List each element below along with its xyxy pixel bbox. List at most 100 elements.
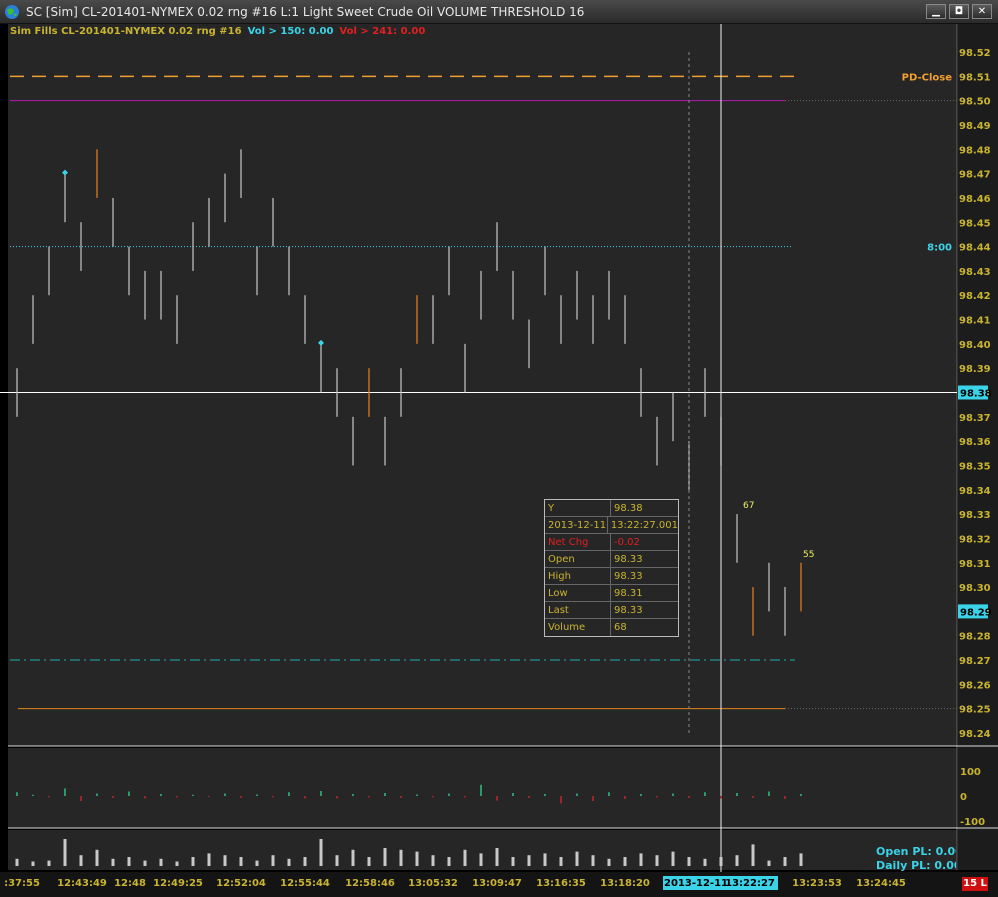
volume-bar xyxy=(703,858,707,866)
volume-bar xyxy=(783,857,787,866)
db-high-value: 98.33 xyxy=(614,571,643,582)
y-tick-label: 98.42 xyxy=(959,291,991,302)
x-tick-label: :37:55 xyxy=(4,878,40,889)
volume-bar xyxy=(479,853,483,866)
volume-bar xyxy=(623,857,627,866)
volume-bar xyxy=(335,855,339,866)
volume-bar xyxy=(511,857,515,866)
volume-bar xyxy=(463,849,467,866)
volume-bar xyxy=(671,851,675,866)
delta-tick-label: 0 xyxy=(960,792,967,803)
y-tick-label: 98.41 xyxy=(959,316,991,327)
pd-close-label: PD-Close xyxy=(902,72,953,83)
volume-bar xyxy=(495,848,499,866)
db-y-value: 98.38 xyxy=(614,503,643,514)
study-info-strip: Sim Fills CL-201401-NYMEX 0.02 rng #16 V… xyxy=(10,26,425,37)
x-tick-label: 13:24:45 xyxy=(856,878,906,889)
x-tick-label: 13:16:35 xyxy=(536,878,586,889)
current-price-label: 98.38 xyxy=(960,389,992,400)
y-tick-label: 98.26 xyxy=(959,680,991,691)
volume-bar xyxy=(527,855,531,866)
volume-bar xyxy=(351,849,355,866)
db-open-value: 98.33 xyxy=(614,554,643,565)
db-netchg-value: -0.02 xyxy=(614,537,640,548)
y-tick-label: 98.34 xyxy=(959,486,991,497)
y-tick-label: 98.40 xyxy=(959,340,991,351)
volume-bar xyxy=(559,857,563,866)
volume-bar xyxy=(575,851,579,866)
y-tick-label: 98.48 xyxy=(959,145,991,156)
y-tick-label: 98.51 xyxy=(959,72,991,83)
volume-bar xyxy=(239,857,243,866)
volume-bar xyxy=(255,860,259,866)
volume-bar xyxy=(399,849,403,866)
volume-bar xyxy=(655,855,659,866)
minimize-button[interactable]: ▁ xyxy=(926,4,946,19)
y-tick-label: 98.36 xyxy=(959,437,991,448)
title-bar[interactable]: SC [Sim] CL-201401-NYMEX 0.02 rng #16 L:… xyxy=(0,0,998,24)
x-tick-label: 12:43:49 xyxy=(57,878,107,889)
y-tick-label: 98.24 xyxy=(959,729,991,740)
y-tick-label: 98.31 xyxy=(959,559,991,570)
x-tick-label: 13:18:20 xyxy=(600,878,650,889)
y-tick-label: 98.32 xyxy=(959,534,991,545)
volume-bar xyxy=(319,839,323,866)
delta-pane xyxy=(8,748,957,828)
x-tick-label: 12:48 xyxy=(114,878,146,889)
volume-bar xyxy=(159,858,163,866)
x-tick-label: 12:58:46 xyxy=(345,878,395,889)
volume-bar xyxy=(607,858,611,866)
globe-icon xyxy=(5,4,19,19)
x-tick-label: 13:23:53 xyxy=(792,878,842,889)
x-tick-label: 13:05:32 xyxy=(408,878,458,889)
volume-bar xyxy=(687,857,691,866)
volume-bar xyxy=(799,853,803,866)
y-tick-label: 98.39 xyxy=(959,364,991,375)
y-tick-label: 98.37 xyxy=(959,413,991,424)
volume-bar xyxy=(111,858,115,866)
volume-bar xyxy=(223,855,227,866)
x-tick-label: 12:52:04 xyxy=(216,878,266,889)
db-netchg-label: Net Chg xyxy=(545,534,611,550)
daily-pl: Daily PL: 0.00 xyxy=(876,859,956,872)
price-chart[interactable]: 98.52 98.51 98.50 98.49 98.48 98.47 98.46 98.45… xyxy=(0,24,998,897)
db-high-label: High xyxy=(545,568,611,584)
x-tick-label: 12:49:25 xyxy=(153,878,203,889)
position-badge[interactable]: 15 L xyxy=(962,877,988,891)
vol-low-label: Vol > 241: 0.00 xyxy=(339,26,426,37)
cursor-date-label: 2013-12-11 xyxy=(664,878,728,889)
open-pl: Open PL: 0.00 xyxy=(876,845,956,858)
volume-bar xyxy=(719,857,723,866)
y-tick-label: 98.33 xyxy=(959,510,991,521)
cursor-time-label: 13:22:27 xyxy=(725,878,775,889)
pl-readout: Open PL: 0.00 Daily PL: 0.00 xyxy=(876,845,956,873)
volume-bar xyxy=(79,855,83,866)
db-date: 2013-12-11 xyxy=(545,517,608,533)
db-last-value: 98.33 xyxy=(614,605,643,616)
maximize-button[interactable]: ◘ xyxy=(949,4,969,19)
volume-bar xyxy=(303,857,307,866)
volume-bar xyxy=(383,848,387,866)
volume-bar xyxy=(735,855,739,866)
volume-bar xyxy=(447,857,451,866)
y-tick-label: 98.46 xyxy=(959,194,991,205)
bar-volume-label: 55 xyxy=(803,550,814,560)
db-volume-label: Volume xyxy=(545,619,611,636)
db-low-label: Low xyxy=(545,585,611,601)
y-tick-label: 98.44 xyxy=(959,243,991,254)
chart-area[interactable]: 98.52 98.51 98.50 98.49 98.48 98.47 98.46 98.45… xyxy=(0,24,998,897)
y-tick-label: 98.43 xyxy=(959,267,991,278)
y-tick-label: 98.45 xyxy=(959,218,991,229)
vol-high-label: Vol > 150: 0.00 xyxy=(247,26,334,37)
y-tick-label: 98.52 xyxy=(959,48,991,59)
close-button[interactable]: ✕ xyxy=(972,4,992,19)
eight-label: 8:00 xyxy=(927,243,952,254)
volume-bar xyxy=(271,855,275,866)
price-pane xyxy=(8,24,957,746)
volume-bar xyxy=(15,858,19,866)
volume-bar xyxy=(767,860,771,866)
y-tick-label: 98.35 xyxy=(959,461,991,472)
cursor-data-box: Y 98.38 2013-12-11 13:22:27.001 Net Chg -0.… xyxy=(544,499,679,637)
delta-tick-label: -100 xyxy=(960,817,985,828)
y-tick-label: 98.25 xyxy=(959,705,991,716)
